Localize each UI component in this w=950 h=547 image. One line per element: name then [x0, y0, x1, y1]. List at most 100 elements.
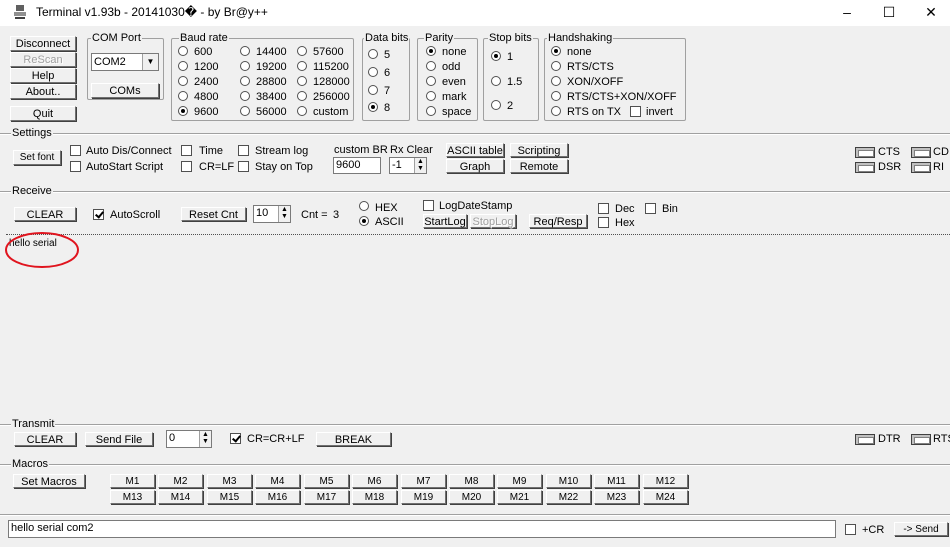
baud-radio-256000[interactable]: [297, 91, 307, 101]
data-bits-radio-8[interactable]: [368, 102, 378, 112]
macro-button-m2[interactable]: M2: [158, 474, 203, 488]
macro-button-m22[interactable]: M22: [546, 490, 591, 504]
macro-button-m21[interactable]: M21: [497, 490, 542, 504]
quit-button[interactable]: Quit: [10, 106, 76, 121]
send-file-button[interactable]: Send File: [85, 432, 153, 446]
macro-button-m3[interactable]: M3: [207, 474, 252, 488]
handshaking-radio-rts-cts[interactable]: [551, 61, 561, 71]
ascii-table-button[interactable]: ASCII table: [446, 143, 504, 157]
baud-radio-115200[interactable]: [297, 61, 307, 71]
baud-radio-28800[interactable]: [240, 76, 250, 86]
handshaking-radio-rts-on-tx[interactable]: [551, 106, 561, 116]
maximize-icon[interactable]: ☐: [866, 0, 912, 26]
break-button[interactable]: BREAK: [316, 432, 391, 446]
macro-button-m13[interactable]: M13: [110, 490, 155, 504]
parity-radio-mark[interactable]: [426, 91, 436, 101]
chevron-down-icon[interactable]: ▼: [142, 54, 158, 70]
hex-checkbox[interactable]: [598, 217, 609, 228]
baud-radio-2400[interactable]: [178, 76, 188, 86]
autostart-script-checkbox[interactable]: [70, 161, 81, 172]
graph-button[interactable]: Graph: [446, 159, 504, 173]
macro-button-m9[interactable]: M9: [497, 474, 542, 488]
send-button[interactable]: -> Send: [894, 522, 948, 536]
parity-radio-none[interactable]: [426, 46, 436, 56]
hex-radio[interactable]: [359, 201, 369, 211]
cr-lf-checkbox[interactable]: [181, 161, 192, 172]
macro-button-m18[interactable]: M18: [352, 490, 397, 504]
handshaking-radio-none[interactable]: [551, 46, 561, 56]
baud-radio-custom[interactable]: [297, 106, 307, 116]
macro-button-m23[interactable]: M23: [594, 490, 639, 504]
cr-crlf-checkbox[interactable]: [230, 433, 241, 444]
baud-radio-128000[interactable]: [297, 76, 307, 86]
com-port-select[interactable]: COM2 ▼: [91, 53, 159, 71]
macro-button-m10[interactable]: M10: [546, 474, 591, 488]
stay-on-top-checkbox[interactable]: [238, 161, 249, 172]
handshaking-radio-xon-xoff[interactable]: [551, 76, 561, 86]
custom-br-input[interactable]: 9600: [333, 157, 381, 174]
macro-button-m17[interactable]: M17: [304, 490, 349, 504]
stop-log-button[interactable]: StopLog: [470, 214, 516, 228]
stop-bits-radio-1-5[interactable]: [491, 76, 501, 86]
ascii-radio[interactable]: [359, 216, 369, 226]
macro-button-m4[interactable]: M4: [255, 474, 300, 488]
send-input[interactable]: hello serial com2: [8, 520, 836, 538]
set-font-button[interactable]: Set font: [13, 150, 61, 165]
transmit-spinner[interactable]: 0 ▲ ▼: [166, 430, 212, 448]
baud-radio-1200[interactable]: [178, 61, 188, 71]
macro-button-m20[interactable]: M20: [449, 490, 494, 504]
baud-radio-9600[interactable]: [178, 106, 188, 116]
macro-button-m12[interactable]: M12: [643, 474, 688, 488]
invert-checkbox[interactable]: [630, 106, 641, 117]
stop-bits-radio-1[interactable]: [491, 51, 501, 61]
data-bits-radio-5[interactable]: [368, 49, 378, 59]
baud-radio-19200[interactable]: [240, 61, 250, 71]
baud-radio-56000[interactable]: [240, 106, 250, 116]
receive-clear-button[interactable]: CLEAR: [14, 207, 76, 221]
baud-radio-14400[interactable]: [240, 46, 250, 56]
baud-radio-38400[interactable]: [240, 91, 250, 101]
parity-radio-space[interactable]: [426, 106, 436, 116]
spinner-arrows-icon[interactable]: ▲ ▼: [414, 158, 426, 173]
start-log-button[interactable]: StartLog: [423, 214, 467, 228]
receive-textarea[interactable]: hello serial: [6, 234, 950, 416]
parity-radio-odd[interactable]: [426, 61, 436, 71]
stop-bits-radio-2[interactable]: [491, 100, 501, 110]
transmit-clear-button[interactable]: CLEAR: [14, 432, 76, 446]
macro-button-m19[interactable]: M19: [401, 490, 446, 504]
coms-button[interactable]: COMs: [91, 83, 159, 98]
set-macros-button[interactable]: Set Macros: [13, 474, 85, 488]
macro-button-m8[interactable]: M8: [449, 474, 494, 488]
about-button[interactable]: About..: [10, 84, 76, 99]
minimize-icon[interactable]: –: [824, 0, 870, 26]
reset-cnt-button[interactable]: Reset Cnt: [181, 207, 246, 221]
macro-button-m7[interactable]: M7: [401, 474, 446, 488]
time-checkbox[interactable]: [181, 145, 192, 156]
help-button[interactable]: Help: [10, 68, 76, 83]
macro-button-m24[interactable]: M24: [643, 490, 688, 504]
macro-button-m11[interactable]: M11: [594, 474, 639, 488]
autoscroll-checkbox[interactable]: [93, 209, 104, 220]
disconnect-button[interactable]: Disconnect: [10, 36, 76, 51]
stream-log-checkbox[interactable]: [238, 145, 249, 156]
baud-radio-600[interactable]: [178, 46, 188, 56]
scripting-button[interactable]: Scripting: [510, 143, 568, 157]
rescan-button[interactable]: ReScan: [10, 52, 76, 67]
macro-button-m1[interactable]: M1: [110, 474, 155, 488]
data-bits-radio-6[interactable]: [368, 67, 378, 77]
handshaking-radio-rts-cts-xon-xoff[interactable]: [551, 91, 561, 101]
baud-radio-57600[interactable]: [297, 46, 307, 56]
macro-button-m16[interactable]: M16: [255, 490, 300, 504]
parity-radio-even[interactable]: [426, 76, 436, 86]
macro-button-m15[interactable]: M15: [207, 490, 252, 504]
macro-button-m6[interactable]: M6: [352, 474, 397, 488]
macro-button-m5[interactable]: M5: [304, 474, 349, 488]
spinner-arrows-icon[interactable]: ▲ ▼: [278, 206, 290, 222]
rx-clear-spinner[interactable]: -1 ▲ ▼: [389, 157, 427, 174]
macro-button-m14[interactable]: M14: [158, 490, 203, 504]
plus-cr-checkbox[interactable]: [845, 524, 856, 535]
cnt-spinner[interactable]: 10 ▲ ▼: [253, 205, 291, 223]
bin-checkbox[interactable]: [645, 203, 656, 214]
remote-button[interactable]: Remote: [510, 159, 568, 173]
close-icon[interactable]: ✕: [908, 0, 950, 26]
